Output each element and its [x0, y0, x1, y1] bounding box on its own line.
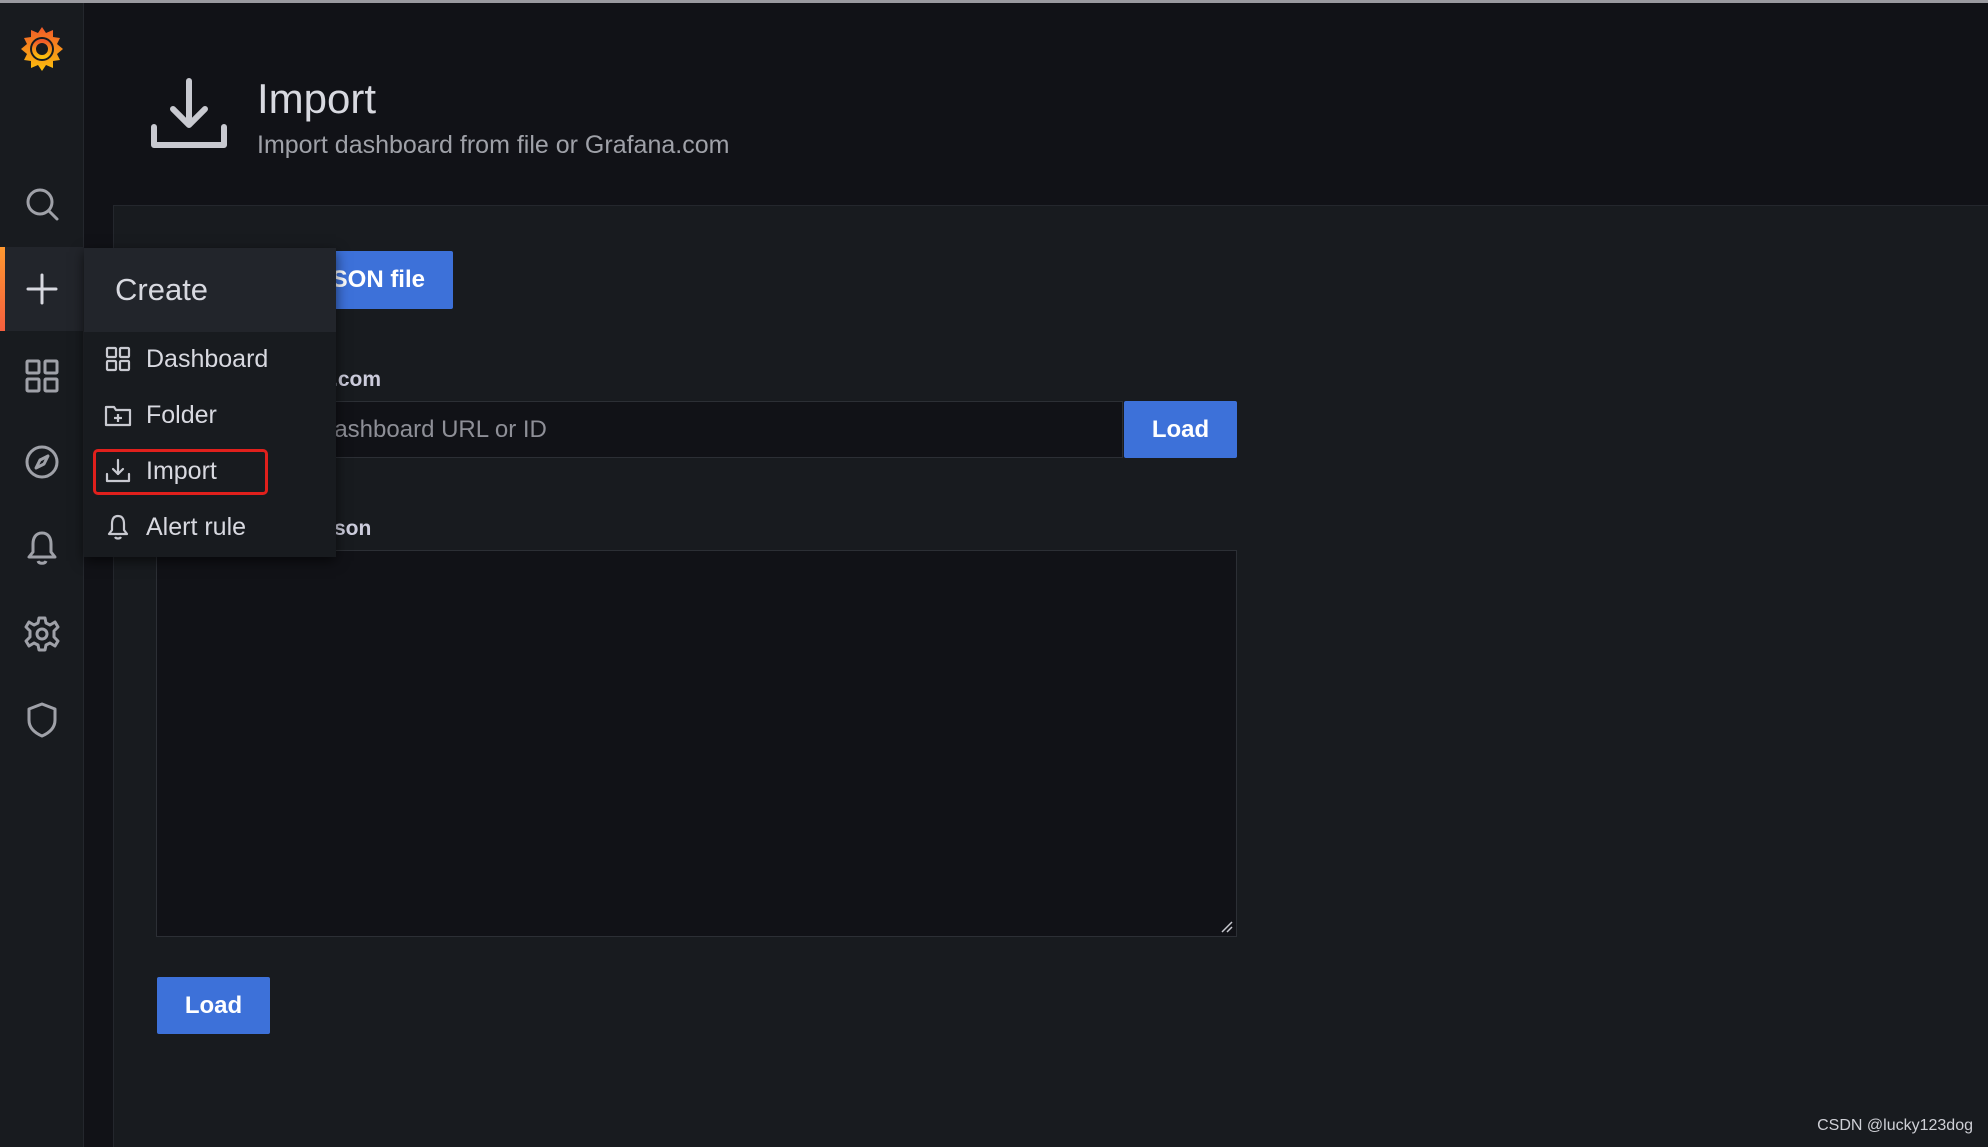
create-menu: Create Dashboard Folder Import Alert rul… — [84, 248, 336, 557]
sidebar-item-server-admin[interactable] — [0, 678, 84, 762]
search-icon — [26, 188, 59, 221]
menu-item-label: Folder — [146, 400, 217, 429]
plus-icon — [26, 273, 58, 305]
bell-icon — [27, 531, 57, 565]
sidebar-item-configuration[interactable] — [0, 592, 84, 676]
apps-icon — [105, 346, 131, 372]
create-menu-title[interactable]: Create — [84, 248, 336, 332]
page-title: Import — [257, 75, 377, 122]
menu-item-dashboard[interactable]: Dashboard — [84, 332, 336, 386]
sidebar-item-search[interactable] — [0, 162, 84, 246]
apps-icon — [25, 359, 59, 393]
sidebar-item-dashboards[interactable] — [0, 334, 84, 418]
sidebar-item-alerting[interactable] — [0, 506, 84, 590]
shield-icon — [27, 702, 57, 738]
page-header: Import Import dashboard from file or Gra… — [84, 3, 1988, 205]
compass-icon — [25, 445, 59, 479]
menu-item-label: Alert rule — [146, 512, 247, 541]
grafana-com-label: .com — [332, 368, 382, 391]
annotation-highlight-box — [93, 449, 268, 495]
json-load-button[interactable]: Load — [157, 977, 270, 1034]
json-textarea[interactable] — [156, 550, 1237, 937]
sidebar-item-create[interactable] — [0, 247, 84, 331]
bell-icon — [107, 514, 129, 540]
sidebar — [0, 3, 84, 1147]
url-load-button[interactable]: Load — [1124, 401, 1237, 458]
folder-plus-icon — [104, 405, 132, 427]
gear-icon — [24, 616, 60, 652]
sidebar-item-explore[interactable] — [0, 420, 84, 504]
page-subtitle: Import dashboard from file or Grafana.co… — [257, 131, 730, 159]
menu-item-label: Dashboard — [146, 344, 269, 373]
resize-handle-icon[interactable] — [1219, 919, 1233, 933]
url-input-placeholder: lashboard URL or ID — [329, 415, 547, 443]
menu-item-alert-rule[interactable]: Alert rule — [84, 500, 336, 554]
json-panel-label: son — [334, 517, 372, 540]
grafana-logo[interactable] — [14, 21, 70, 77]
watermark: CSDN @lucky123dog — [1817, 1117, 1973, 1134]
import-icon — [151, 78, 227, 148]
menu-item-folder[interactable]: Folder — [84, 388, 336, 442]
